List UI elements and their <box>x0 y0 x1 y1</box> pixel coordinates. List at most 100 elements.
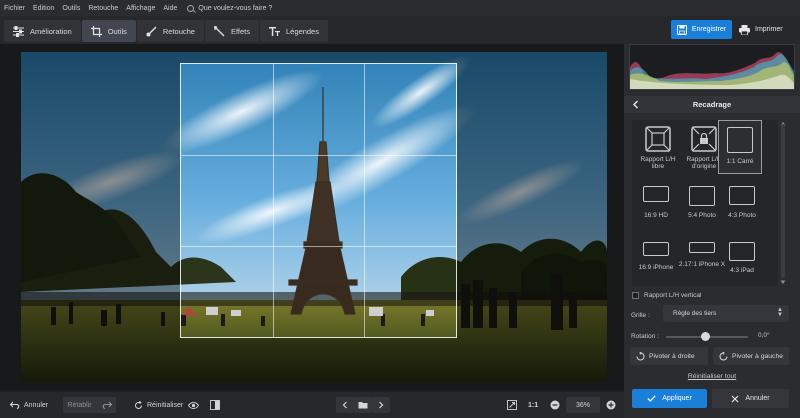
rotation-slider-thumb[interactable] <box>701 332 710 341</box>
scroll-down-icon[interactable] <box>780 280 786 285</box>
crop-mask-top <box>180 52 457 63</box>
crop-grid-line <box>181 245 456 247</box>
select-arrows-icon: ▲ ▼ <box>777 307 783 318</box>
zoom-out-icon <box>550 400 560 410</box>
zoom-out-button[interactable] <box>550 400 560 410</box>
compare-toggle[interactable] <box>210 400 220 410</box>
checkmark-icon <box>647 395 656 402</box>
menu-bar: Fichier Edition Outils Retouche Affichag… <box>0 0 800 16</box>
preview-toggle[interactable] <box>188 401 199 409</box>
photo-ratio-shape <box>689 186 715 206</box>
menu-edition[interactable]: Edition <box>33 5 54 12</box>
square-ratio-shape <box>727 127 753 153</box>
menu-fichier[interactable]: Fichier <box>4 5 25 12</box>
preset-4-3-ipad[interactable]: 4:3 iPad <box>718 242 766 274</box>
zoom-actual-label: 1:1 <box>528 401 539 409</box>
prev-image-button[interactable] <box>336 397 354 413</box>
crop-grid-line <box>364 64 366 337</box>
back-arrow-icon[interactable] <box>632 100 640 109</box>
reset-button[interactable]: Réinitialiser <box>134 400 183 410</box>
tab-outils[interactable]: Outils <box>81 20 136 42</box>
redo-icon <box>102 401 112 409</box>
menu-aide[interactable]: Aide <box>163 5 177 12</box>
grid-label: Grille : <box>631 312 650 319</box>
grid-select[interactable]: Règle des tiers ▲ ▼ <box>663 305 789 322</box>
zoom-in-button[interactable] <box>606 400 616 410</box>
photo-ratio-shape <box>729 186 755 205</box>
chevron-left-icon <box>342 401 347 409</box>
apply-button[interactable]: Appliquer <box>632 389 707 408</box>
crop-grid-line <box>272 64 274 337</box>
fit-screen-icon <box>507 400 517 410</box>
text-icon <box>269 26 281 36</box>
tab-effets[interactable]: Effets <box>204 20 260 42</box>
tab-retouche[interactable]: Retouche <box>136 20 204 42</box>
presets-scrollbar[interactable] <box>781 124 785 278</box>
vertical-ratio-label: Rapport L/H vertical <box>644 292 702 299</box>
preset-square[interactable]: 1:1 Carré <box>718 120 762 174</box>
fit-to-screen-button[interactable] <box>507 400 517 410</box>
zoom-value-field[interactable]: 36% <box>566 397 600 413</box>
tab-label: Retouche <box>162 26 195 36</box>
apply-label: Appliquer <box>662 395 692 402</box>
crop-mask-left <box>21 52 180 382</box>
preset-16-9-hd[interactable]: 16:9 HD <box>632 186 680 219</box>
reset-all-link[interactable]: Réinitialiser tout <box>624 373 800 380</box>
rotation-value: 0,0° <box>758 332 770 339</box>
menu-search[interactable]: Que voulez-vous faire ? <box>187 4 272 12</box>
crop-grid-line <box>181 154 456 156</box>
vertical-ratio-checkbox[interactable] <box>632 292 639 299</box>
menu-affichage[interactable]: Affichage <box>126 5 155 12</box>
redo-label: Rétablir <box>67 401 92 409</box>
folder-icon <box>358 402 368 409</box>
tablet-ratio-shape <box>729 242 755 261</box>
photo-preview[interactable] <box>21 52 607 382</box>
redo-button[interactable]: Rétablir <box>63 397 116 413</box>
undo-button[interactable]: Annuler <box>10 401 48 409</box>
tab-label: Effets <box>230 26 251 36</box>
grid-value: Règle des tiers <box>673 310 717 317</box>
ultrawide-ratio-shape <box>689 242 715 253</box>
preset-16-9-iphone[interactable]: 16:9 iPhone <box>632 242 680 271</box>
rotate-left-label: Pivoter à gauche <box>732 352 784 360</box>
zoom-in-icon <box>606 400 616 410</box>
original-ratio-lock-icon <box>691 126 717 152</box>
wide-ratio-shape <box>643 186 669 202</box>
wide-ratio-shape <box>643 242 669 256</box>
menu-retouche[interactable]: Retouche <box>88 5 118 12</box>
tab-label: Outils <box>107 26 127 36</box>
search-placeholder[interactable]: Que voulez-vous faire ? <box>198 5 272 12</box>
undo-icon <box>10 401 20 409</box>
preset-4-3-photo[interactable]: 4:3 Photo <box>718 186 766 219</box>
cancel-button[interactable]: Annuler <box>712 389 789 408</box>
close-icon <box>731 395 739 402</box>
tab-amelioration[interactable]: Amélioration <box>4 20 81 42</box>
rotation-label: Rotation : <box>631 333 659 340</box>
menu-outils[interactable]: Outils <box>62 5 80 12</box>
print-button[interactable]: Imprimer <box>737 20 797 39</box>
preset-label: 16:9 HD <box>644 212 668 219</box>
tab-label: Amélioration <box>30 26 72 36</box>
tab-label: Légendes <box>286 26 319 36</box>
rotate-left-button[interactable]: Pivoter à gauche <box>713 347 789 365</box>
open-folder-button[interactable] <box>354 397 372 413</box>
zoom-actual-size-button[interactable]: 1:1 <box>528 402 538 409</box>
chevron-right-icon <box>379 401 384 409</box>
vertical-ratio-option[interactable]: Rapport L/H vertical <box>632 292 701 299</box>
before-after-icon <box>210 400 220 410</box>
free-ratio-icon <box>645 126 671 152</box>
image-canvas[interactable] <box>0 44 624 390</box>
search-icon <box>187 4 195 12</box>
tab-legendes[interactable]: Légendes <box>260 20 328 42</box>
rotate-left-icon <box>719 351 728 360</box>
printer-icon <box>739 24 750 35</box>
tool-tabs: Amélioration Outils Retouche Effets Lége… <box>4 20 328 42</box>
histogram-graph <box>630 52 794 89</box>
preset-label: Rapport L/H libre <box>640 156 676 171</box>
crop-frame[interactable] <box>180 63 457 338</box>
next-image-button[interactable] <box>372 397 390 413</box>
save-button[interactable]: Enregistrer <box>671 20 732 39</box>
preset-free-ratio[interactable]: Rapport L/H libre <box>634 126 682 171</box>
crop-icon <box>90 25 102 37</box>
rotate-right-button[interactable]: Pivoter à droite <box>630 347 708 365</box>
